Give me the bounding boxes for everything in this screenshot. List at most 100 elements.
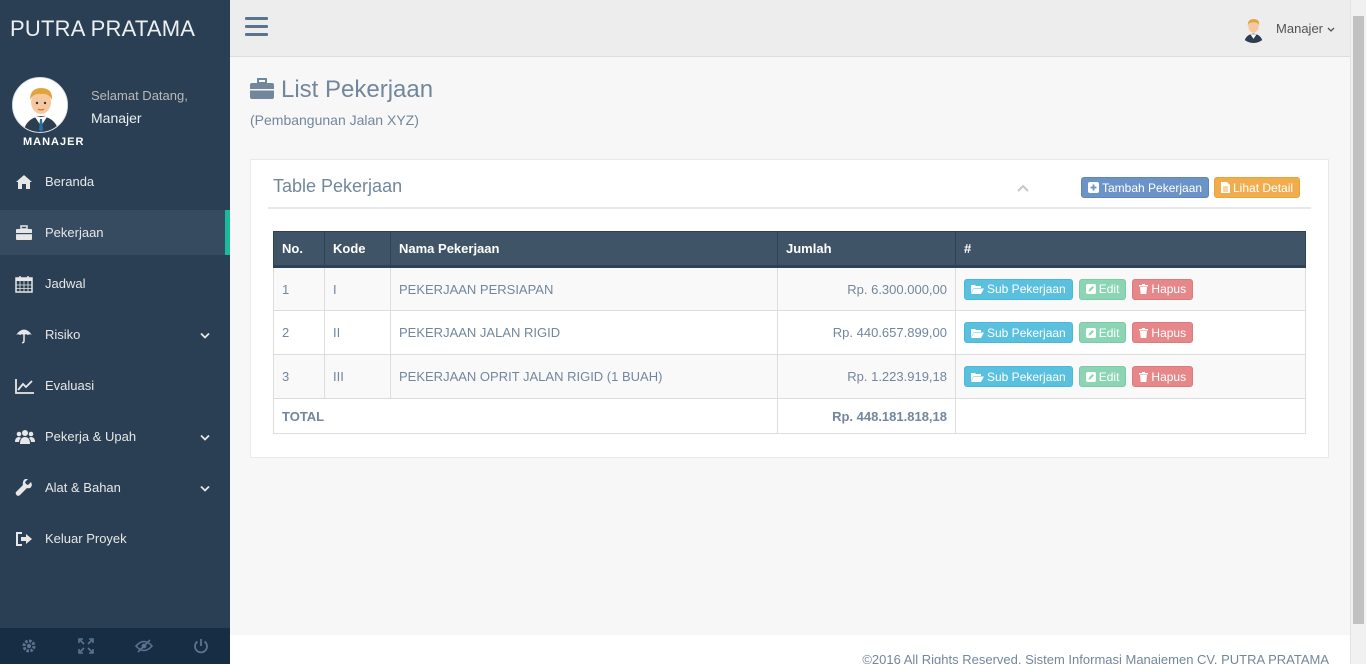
page-subtitle: (Pembangunan Jalan XYZ) [250, 112, 419, 128]
sidebar-item-keluar-proyek[interactable]: Keluar Proyek [0, 513, 230, 564]
table-row: 1 I PEKERJAAN PERSIAPAN Rp. 6.300.000,00… [273, 266, 1306, 311]
sub-pekerjaan-button[interactable]: Sub Pekerjaan [964, 322, 1073, 343]
delete-button[interactable]: Hapus [1132, 322, 1194, 343]
vertical-scrollbar[interactable] [1350, 0, 1366, 664]
column-header-actions: # [955, 231, 1306, 268]
column-header-no: No. [273, 231, 325, 268]
chevron-down-icon [200, 429, 210, 444]
home-icon [15, 174, 45, 190]
plus-square-icon [1088, 182, 1099, 193]
sidebar-item-beranda[interactable]: Beranda [0, 156, 230, 207]
folder-open-icon [971, 372, 984, 382]
user-name: Manajer [1276, 21, 1323, 36]
calendar-icon [15, 275, 45, 293]
edit-button[interactable]: Edit [1078, 278, 1127, 300]
settings-icon[interactable] [0, 628, 58, 664]
page-footer: ©2016 All Rights Reserved. Sistem Inform… [230, 635, 1350, 664]
delete-button[interactable]: Hapus [1132, 278, 1194, 300]
folder-open-icon [971, 328, 984, 338]
cell-jumlah: Rp. 440.657.899,00 [777, 310, 956, 355]
edit-label: Edit [1098, 369, 1120, 384]
cell-no: 1 [273, 266, 325, 311]
sidebar-menu: Beranda Pekerjaan Jadwal Risiko Evaluasi… [0, 156, 230, 564]
lock-icon[interactable] [115, 628, 173, 664]
total-label: TOTAL [273, 398, 778, 434]
cell-kode: I [324, 266, 391, 311]
cell-nama: PEKERJAAN PERSIAPAN [390, 266, 778, 311]
chevron-up-icon[interactable] [1017, 180, 1029, 195]
menu-toggle-icon[interactable] [245, 17, 268, 37]
footer-text: ©2016 All Rights Reserved. Sistem Inform… [862, 652, 1329, 664]
sub-pekerjaan-label: Sub Pekerjaan [987, 325, 1066, 340]
user-dropdown[interactable]: Manajer [1239, 14, 1335, 43]
sidebar-item-label: Evaluasi [45, 378, 95, 393]
column-header-jumlah: Jumlah [777, 231, 956, 268]
brand-title[interactable]: PUTRA PRATAMA [0, 0, 230, 57]
welcome-name: Manajer [91, 110, 142, 126]
trash-icon [1139, 327, 1149, 338]
delete-label: Hapus [1151, 325, 1187, 340]
folder-open-icon [971, 285, 984, 294]
sub-pekerjaan-button[interactable]: Sub Pekerjaan [964, 278, 1073, 300]
sidebar-item-alat-bahan[interactable]: Alat & Bahan [0, 462, 230, 513]
delete-button[interactable]: Hapus [1132, 366, 1194, 387]
cell-actions: Sub Pekerjaan Edit Hapus [955, 310, 1306, 355]
wrench-icon [15, 478, 45, 497]
edit-button[interactable]: Edit [1078, 366, 1127, 387]
cell-kode: III [324, 354, 391, 399]
sidebar-item-risiko[interactable]: Risiko [0, 309, 230, 360]
sidebar-item-label: Alat & Bahan [45, 480, 121, 495]
sub-pekerjaan-label: Sub Pekerjaan [987, 369, 1066, 384]
sub-pekerjaan-button[interactable]: Sub Pekerjaan [964, 366, 1073, 387]
sidebar-item-label: Jadwal [45, 276, 86, 291]
sidebar-item-label: Pekerja & Upah [45, 429, 137, 444]
cell-no: 3 [273, 354, 325, 399]
cell-actions: Sub Pekerjaan Edit Hapus [955, 354, 1306, 399]
sidebar-item-pekerja-upah[interactable]: Pekerja & Upah [0, 411, 230, 462]
umbrella-icon [15, 326, 45, 344]
panel-divider [268, 207, 1311, 209]
cell-kode: II [324, 310, 391, 355]
role-label: MANAJER [23, 136, 85, 148]
edit-label: Edit [1098, 282, 1120, 296]
user-avatar [1239, 14, 1269, 43]
line-chart-icon [15, 378, 45, 394]
welcome-text: Selamat Datang, [91, 88, 188, 103]
column-header-nama: Nama Pekerjaan [390, 231, 778, 268]
cell-no: 2 [273, 310, 325, 355]
edit-icon [1085, 284, 1096, 294]
profile-section: MANAJER Selamat Datang, Manajer [0, 57, 230, 152]
briefcase-icon [250, 77, 274, 103]
view-detail-label: Lihat Detail [1233, 180, 1294, 195]
power-icon[interactable] [173, 628, 231, 664]
fullscreen-icon[interactable] [58, 628, 116, 664]
edit-button[interactable]: Edit [1078, 322, 1127, 343]
sidebar-item-label: Pekerjaan [45, 225, 104, 240]
table-row: 3 III PEKERJAAN OPRIT JALAN RIGID (1 BUA… [273, 354, 1306, 399]
sidebar-footer [0, 628, 230, 664]
trash-icon [1139, 371, 1149, 382]
delete-label: Hapus [1151, 369, 1187, 384]
chevron-down-icon [200, 480, 210, 495]
pekerjaan-table: No. Kode Nama Pekerjaan Jumlah # 1 I PEK… [273, 231, 1306, 434]
add-pekerjaan-label: Tambah Pekerjaan [1102, 180, 1203, 195]
table-row: 2 II PEKERJAAN JALAN RIGID Rp. 440.657.8… [273, 310, 1306, 355]
cell-jumlah: Rp. 6.300.000,00 [777, 266, 956, 311]
chevron-down-icon [1327, 21, 1335, 36]
sidebar-item-jadwal[interactable]: Jadwal [0, 258, 230, 309]
chevron-down-icon [200, 327, 210, 342]
panel-title: Table Pekerjaan [273, 176, 403, 196]
total-row: TOTAL Rp. 448.181.818,18 [273, 398, 1306, 434]
sidebar-item-evaluasi[interactable]: Evaluasi [0, 360, 230, 411]
total-empty-cell [955, 398, 1306, 434]
scrollbar-thumb[interactable] [1353, 16, 1364, 624]
delete-label: Hapus [1151, 282, 1187, 296]
users-icon [15, 429, 45, 445]
sub-pekerjaan-label: Sub Pekerjaan [987, 282, 1066, 296]
cell-jumlah: Rp. 1.223.919,18 [777, 354, 956, 399]
sign-out-icon [15, 531, 45, 547]
add-pekerjaan-button[interactable]: Tambah Pekerjaan [1081, 177, 1210, 198]
sidebar-item-pekerjaan[interactable]: Pekerjaan [0, 210, 230, 255]
view-detail-button[interactable]: Lihat Detail [1214, 177, 1301, 198]
cell-nama: PEKERJAAN JALAN RIGID [390, 310, 778, 355]
